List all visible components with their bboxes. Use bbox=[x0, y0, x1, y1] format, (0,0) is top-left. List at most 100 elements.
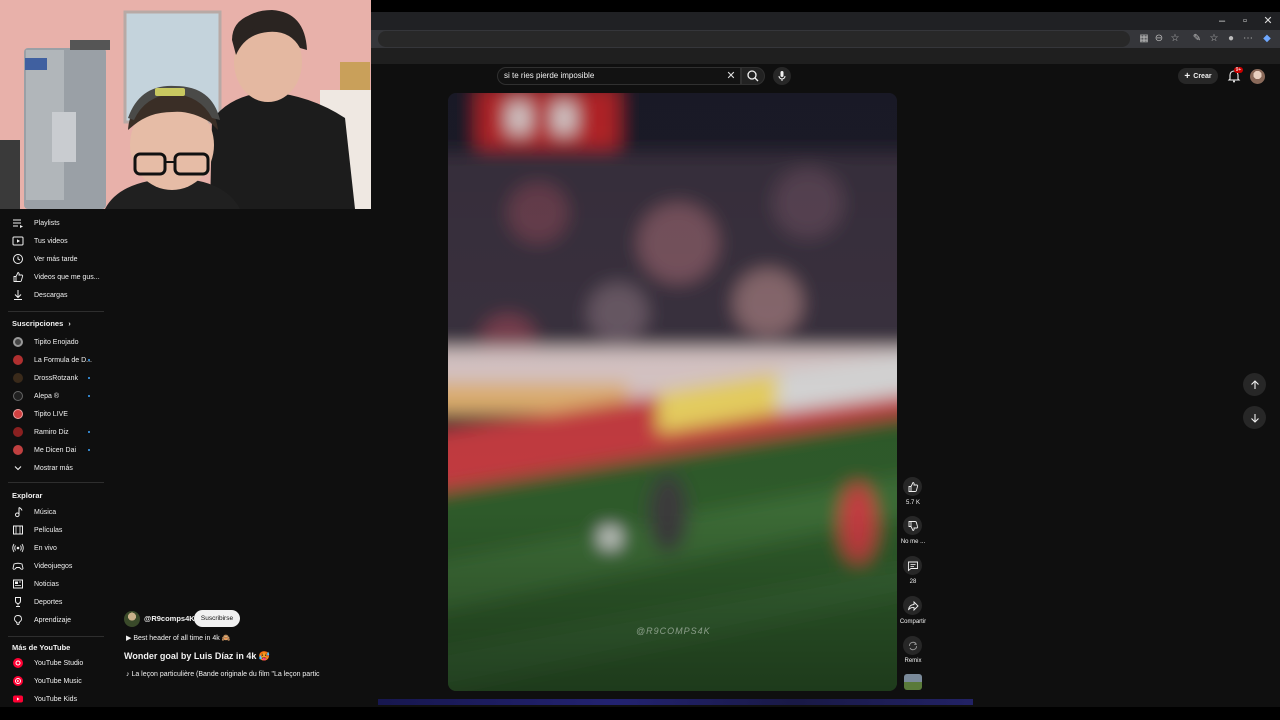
webcam-scene bbox=[0, 0, 371, 209]
sidebar-item-live[interactable]: En vivo bbox=[0, 539, 106, 557]
close-window-button[interactable]: ✕ bbox=[1256, 12, 1280, 30]
comments-button[interactable] bbox=[903, 556, 922, 575]
download-icon bbox=[12, 289, 24, 301]
sidebar-item-subscription[interactable]: Me Dicen Dai bbox=[0, 441, 106, 459]
share-button[interactable] bbox=[903, 596, 922, 615]
more-from-youtube-heading: Más de YouTube bbox=[12, 643, 71, 652]
video-icon bbox=[12, 235, 24, 247]
shorts-video-player[interactable] bbox=[448, 93, 897, 691]
video-description[interactable]: ▶ Best header of all time in 4k 🙈 bbox=[126, 634, 230, 642]
sidebar-item-your-videos[interactable]: Tus videos bbox=[0, 232, 106, 250]
audio-source-thumbnail[interactable] bbox=[904, 674, 922, 690]
sidebar-item-subscription[interactable]: Tipito LIVE bbox=[0, 405, 106, 423]
copilot-icon[interactable]: ◆ bbox=[1260, 32, 1274, 46]
chevron-right-icon: › bbox=[68, 321, 71, 328]
search-query[interactable]: si te ries pierde imposible bbox=[504, 71, 594, 80]
voice-search-button[interactable] bbox=[773, 67, 791, 85]
sidebar-item-youtube-kids[interactable]: YouTube Kids bbox=[0, 690, 106, 708]
sidebar-item-learning[interactable]: Aprendizaje bbox=[0, 611, 106, 629]
dislike-label: No me ... bbox=[900, 539, 926, 545]
minimize-button[interactable]: – bbox=[1210, 12, 1234, 30]
sidebar-item-label: YouTube Music bbox=[34, 677, 82, 685]
notification-badge: 9+ bbox=[1234, 67, 1243, 73]
chevron-down-icon bbox=[12, 462, 24, 474]
profile-icon[interactable]: ● bbox=[1224, 32, 1238, 46]
sidebar-item-gaming[interactable]: Videojuegos bbox=[0, 557, 106, 575]
account-avatar[interactable] bbox=[1250, 69, 1265, 84]
sidebar-item-playlists[interactable]: Playlists bbox=[0, 214, 106, 232]
reader-icon[interactable]: ▦ bbox=[1137, 32, 1151, 46]
sidebar-item-label: Noticias bbox=[34, 580, 59, 588]
dislike-button[interactable] bbox=[903, 516, 922, 535]
sidebar-item-youtube-studio[interactable]: YouTube Studio bbox=[0, 654, 106, 672]
zoom-icon[interactable]: ⊖ bbox=[1152, 32, 1166, 46]
sidebar-item-watch-later[interactable]: Ver más tarde bbox=[0, 250, 106, 268]
sidebar-item-subscription[interactable]: Ramiro Diz bbox=[0, 423, 106, 441]
sidebar-item-label: YouTube Studio bbox=[34, 659, 84, 667]
sidebar-item-music[interactable]: Música bbox=[0, 503, 106, 521]
next-video-button[interactable] bbox=[1243, 406, 1266, 429]
sidebar-item-label: Tus videos bbox=[34, 237, 68, 245]
sidebar-item-label: Películas bbox=[34, 526, 63, 534]
previous-video-button[interactable] bbox=[1243, 373, 1266, 396]
sidebar-item-label: Ver más tarde bbox=[34, 255, 78, 263]
maximize-button[interactable]: ▫ bbox=[1233, 12, 1257, 30]
search-button[interactable] bbox=[741, 67, 765, 85]
show-more-button[interactable]: Mostrar más bbox=[0, 459, 106, 477]
video-frame bbox=[448, 93, 897, 691]
channel-avatar bbox=[12, 426, 24, 438]
sidebar-item-label: Aprendizaje bbox=[34, 616, 71, 624]
subscriptions-title: Suscripciones bbox=[12, 319, 64, 328]
channel-avatar[interactable] bbox=[124, 611, 140, 627]
sidebar-item-sports[interactable]: Deportes bbox=[0, 593, 106, 611]
sidebar-item-subscription[interactable]: Alepa ® bbox=[0, 387, 106, 405]
sidebar-item-downloads[interactable]: Descargas bbox=[0, 286, 106, 304]
channel-name: Tipito Enojado bbox=[34, 338, 79, 346]
new-content-dot bbox=[88, 359, 90, 361]
channel-name: Alepa ® bbox=[34, 392, 60, 400]
sidebar-item-liked-videos[interactable]: Videos que me gus... bbox=[0, 268, 106, 286]
search-icon bbox=[747, 70, 759, 82]
subscribe-button[interactable]: Suscribirse bbox=[194, 610, 240, 627]
address-bar[interactable] bbox=[378, 31, 1130, 47]
sidebar-divider bbox=[8, 482, 104, 483]
sidebar-item-news[interactable]: Noticias bbox=[0, 575, 106, 593]
more-menu-icon[interactable]: ⋯ bbox=[1241, 32, 1255, 46]
like-button[interactable] bbox=[903, 477, 922, 496]
sidebar-item-subscription[interactable]: La Formula de D... bbox=[0, 351, 106, 369]
audio-track-link[interactable]: ♪ La leçon particulière (Bande originale… bbox=[126, 671, 320, 678]
favorites-icon[interactable]: ☆ bbox=[1207, 32, 1221, 46]
sidebar-divider bbox=[8, 311, 104, 312]
comment-icon bbox=[907, 561, 918, 571]
sidebar-item-subscription[interactable]: DrossRotzank bbox=[0, 369, 106, 387]
share-label: Compartir bbox=[899, 619, 927, 625]
channel-name: DrossRotzank bbox=[34, 374, 78, 382]
remix-label: Remix bbox=[904, 658, 922, 664]
sidebar-item-movies[interactable]: Películas bbox=[0, 521, 106, 539]
microphone-icon bbox=[778, 71, 786, 81]
sidebar-item-subscription[interactable]: Tipito Enojado bbox=[0, 333, 106, 351]
like-count: 5.7 K bbox=[905, 500, 920, 506]
extensions-icon[interactable]: ✎ bbox=[1190, 32, 1204, 46]
clear-search-icon[interactable]: ✕ bbox=[724, 68, 738, 84]
star-icon[interactable]: ☆ bbox=[1168, 32, 1182, 46]
new-content-dot bbox=[88, 377, 90, 379]
subscriptions-heading[interactable]: Suscripciones › bbox=[12, 319, 71, 328]
sidebar-item-label: Videos que me gus... bbox=[34, 273, 100, 281]
remix-icon bbox=[908, 641, 917, 650]
remix-button[interactable] bbox=[903, 636, 922, 655]
bottom-edge bbox=[0, 707, 1280, 720]
sidebar-item-label: Deportes bbox=[34, 598, 63, 606]
channel-avatar bbox=[12, 390, 24, 402]
video-title[interactable]: Wonder goal by Luis Díaz in 4k 🥵 bbox=[124, 651, 270, 662]
clock-icon bbox=[12, 253, 24, 265]
channel-avatar bbox=[12, 444, 24, 456]
thumbs-down-icon bbox=[908, 520, 918, 531]
create-button[interactable]: + Crear bbox=[1178, 68, 1218, 84]
sidebar-divider bbox=[8, 636, 104, 637]
new-content-dot bbox=[88, 395, 90, 397]
sidebar-item-youtube-music[interactable]: YouTube Music bbox=[0, 672, 106, 690]
channel-name[interactable]: @R9comps4K bbox=[144, 614, 195, 623]
channel-name: Tipito LIVE bbox=[34, 410, 68, 418]
browser-titlebar bbox=[371, 12, 1280, 30]
